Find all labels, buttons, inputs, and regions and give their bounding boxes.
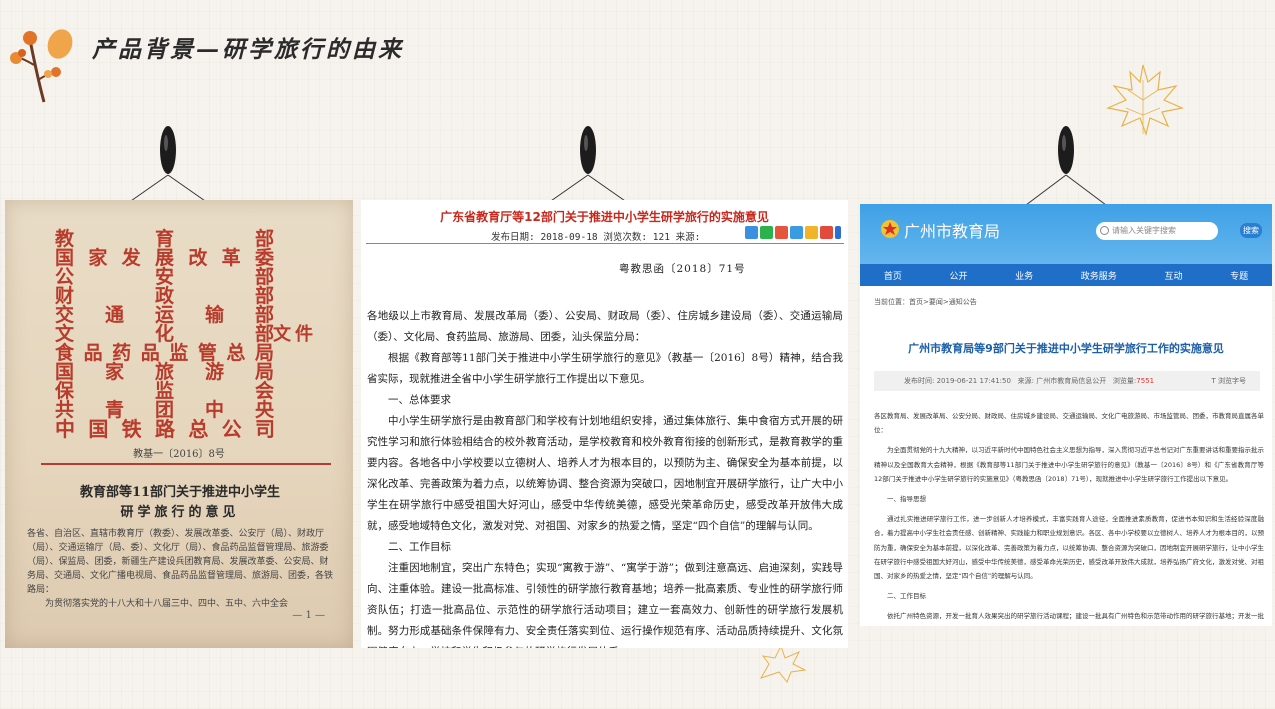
wechat-icon[interactable] — [760, 226, 773, 239]
pin-icon — [1025, 126, 1107, 206]
issuer-char: 铁 — [121, 417, 142, 441]
issuer-char: 通 — [105, 304, 125, 326]
document-word: 文件 — [273, 324, 317, 345]
breadcrumb: 当前位置：首页>要闻>通知公告 — [874, 298, 977, 306]
issuer-char: 品 — [83, 342, 103, 364]
notice-meta: 发布日期: 2018-09-18 浏览次数: 121 来源: — [491, 232, 701, 243]
issuer-char: 改 — [188, 247, 208, 269]
slide-title: 产品背景—研学旅行的由来 — [92, 36, 404, 63]
nav-interaction[interactable]: 互动 — [1164, 269, 1182, 282]
issuer-char: 发 — [121, 247, 141, 269]
nav-business[interactable]: 业务 — [1015, 269, 1033, 282]
issuer-char: 输 — [205, 304, 225, 326]
article-meta: 发布时间: 2019-06-21 17:41:50 来源: 广州市教育局信息公开… — [874, 371, 1260, 391]
font-size-control[interactable]: T 浏览字号 — [1211, 371, 1246, 391]
document-body: 各省、自治区、直辖市教育厅（教委）、发展改革委、公安厅（局）、财政厅（局）、交通… — [27, 529, 334, 609]
search-input[interactable]: 请输入关键字搜索 — [1096, 222, 1218, 240]
pin-icon — [127, 126, 209, 204]
view-count: 7551 — [1136, 377, 1155, 385]
issuer-char: 司 — [255, 417, 275, 441]
pin-icon — [547, 126, 629, 204]
notice-doc-number: 粤教思函〔2018〕71号 — [619, 263, 746, 275]
site-header: 广州市教育局 请输入关键字搜索 搜索 — [860, 204, 1272, 264]
issuer-char: 路 — [155, 417, 175, 441]
share-icons — [745, 226, 841, 239]
page-number: — 1 — — [292, 610, 325, 621]
divider — [366, 243, 844, 244]
moe-document-photo: 教育部国家发展改革委公安部财政部交通运输部文化部食品药品监管总局国家旅游局保监会… — [5, 200, 353, 648]
issuer-char: 游 — [205, 361, 225, 383]
article-body: 各区教育局、发展改革局、公安分局、财政局、住房城乡建设局、交通运输局、文化广电旅… — [874, 412, 1264, 621]
document-number: 教基一〔2016〕8号 — [133, 449, 225, 460]
notice-body: 各地级以上市教育局、发展改革局（委）、公安局、财政局（委）、住房城乡建设局（委）… — [367, 310, 843, 648]
more-icon[interactable] — [835, 226, 841, 239]
emblem-icon — [881, 220, 899, 238]
weibo-icon[interactable] — [775, 226, 788, 239]
guangdong-notice-page: 广东省教育厅等12部门关于推进中小学生研学旅行的实施意见 发布日期: 2018-… — [361, 200, 848, 648]
issuer-char: 总 — [226, 342, 246, 364]
issuer-char: 家 — [105, 361, 125, 383]
nav-open[interactable]: 公开 — [949, 269, 967, 282]
issuer-char: 公 — [221, 417, 242, 441]
issuer-char: 国 — [88, 417, 109, 441]
document-title: 教育部等11部门关于推进中小学生 研学旅行的意见 — [79, 485, 281, 520]
nav-services[interactable]: 政务服务 — [1081, 269, 1117, 282]
share-plus-icon[interactable] — [745, 226, 758, 239]
search-button[interactable]: 搜索 — [1240, 223, 1262, 238]
renren-icon[interactable] — [820, 226, 833, 239]
red-divider — [41, 463, 331, 465]
search-icon — [1100, 226, 1109, 235]
notice-title: 广东省教育厅等12部门关于推进中小学生研学旅行的实施意见 — [440, 210, 769, 224]
issuer-char: 总 — [188, 417, 209, 441]
site-name: 广州市教育局 — [904, 222, 1001, 241]
berry-branch-logo — [10, 29, 73, 103]
article-title: 广州市教育局等9部门关于推进中小学生研学旅行工作的实施意见 — [908, 342, 1224, 355]
issuer-char: 中 — [55, 417, 75, 441]
nav-topics[interactable]: 专题 — [1230, 269, 1248, 282]
issuer-char: 家 — [88, 247, 108, 269]
issuer-char: 革 — [221, 247, 241, 269]
star-icon[interactable] — [805, 226, 818, 239]
qzone-icon[interactable] — [790, 226, 803, 239]
nav-home[interactable]: 首页 — [884, 269, 902, 282]
guangzhou-edu-page: 广州市教育局 请输入关键字搜索 搜索 首页 公开 业务 政务服务 互动 专题 当… — [860, 204, 1272, 626]
main-nav: 首页 公开 业务 政务服务 互动 专题 — [860, 264, 1272, 286]
